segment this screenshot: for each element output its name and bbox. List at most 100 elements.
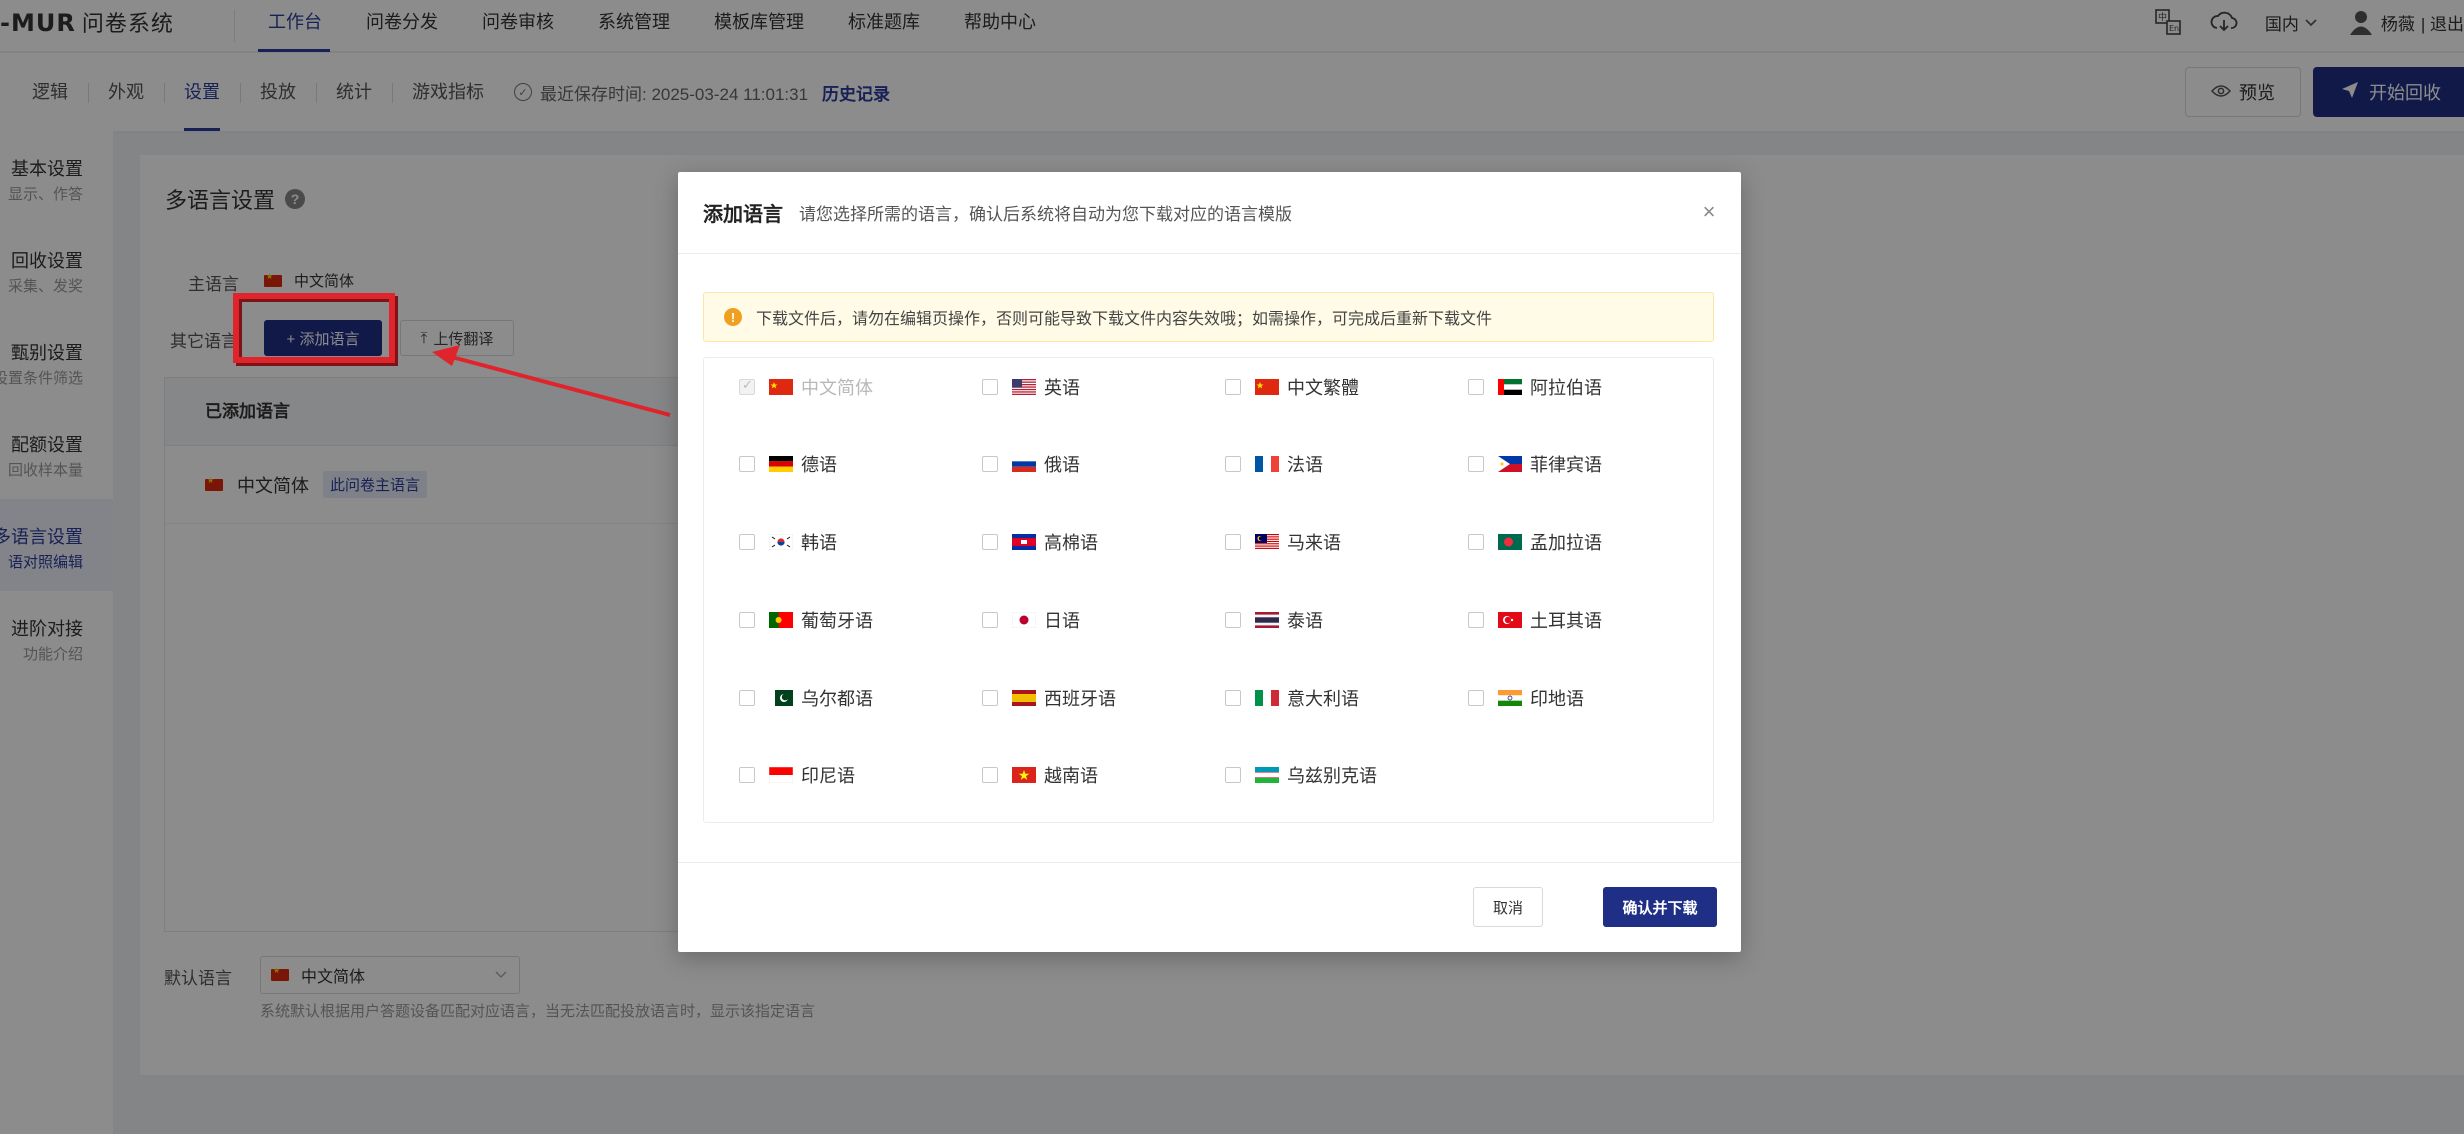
language-name: 西班牙语 (1044, 689, 1116, 709)
warning-text: 下载文件后，请勿在编辑页操作，否则可能导致下载文件内容失效哦；如需操作，可完成后… (756, 311, 1493, 328)
language-checkbox[interactable] (1468, 534, 1484, 550)
language-checkbox[interactable] (982, 534, 998, 550)
language-checkbox[interactable] (1468, 379, 1484, 395)
language-option-pk-16[interactable]: 乌尔都语 (739, 685, 873, 711)
flag-us-icon (1012, 379, 1044, 395)
language-checkbox[interactable] (982, 379, 998, 395)
language-option-ru-5[interactable]: 俄语 (982, 451, 1080, 477)
language-checkbox[interactable] (982, 612, 998, 628)
language-checkbox (739, 377, 755, 395)
language-name: 葡萄牙语 (801, 611, 873, 631)
language-name: 德语 (801, 455, 837, 475)
language-checkbox[interactable] (1225, 534, 1241, 550)
language-name: 印地语 (1530, 689, 1584, 709)
language-name: 阿拉伯语 (1530, 378, 1602, 398)
language-checkbox[interactable] (739, 690, 755, 706)
language-checkbox[interactable] (739, 456, 755, 472)
flag-ru-icon (1012, 456, 1044, 472)
flag-it-icon (1255, 690, 1287, 706)
close-icon[interactable]: × (1699, 201, 1719, 223)
language-checkbox[interactable] (1468, 456, 1484, 472)
language-name: 越南语 (1044, 766, 1098, 786)
dialog-title: 添加语言 (703, 204, 783, 226)
language-name: 印尼语 (801, 766, 855, 786)
language-name: 英语 (1044, 378, 1080, 398)
language-checkbox[interactable] (739, 767, 755, 783)
flag-th-icon (1255, 612, 1287, 628)
language-checkbox[interactable] (1225, 456, 1241, 472)
flag-uz-icon (1255, 767, 1287, 783)
confirm-download-button[interactable]: 确认并下载 (1603, 887, 1717, 927)
language-option-vn-21[interactable]: 越南语 (982, 762, 1098, 788)
flag-tr-icon (1498, 612, 1530, 628)
language-checkbox[interactable] (1225, 379, 1241, 395)
language-name: 中文繁體 (1287, 378, 1359, 398)
language-option-fr-6[interactable]: 法语 (1225, 451, 1323, 477)
language-name: 日语 (1044, 611, 1080, 631)
language-option-cn-2[interactable]: 中文繁體 (1225, 374, 1359, 400)
language-name: 马来语 (1287, 533, 1341, 553)
language-name: 俄语 (1044, 455, 1080, 475)
language-name: 泰语 (1287, 611, 1323, 631)
flag-fr-icon (1255, 456, 1287, 472)
language-checkbox[interactable] (1225, 612, 1241, 628)
language-option-tr-15[interactable]: 土耳其语 (1468, 607, 1602, 633)
language-name: 法语 (1287, 455, 1323, 475)
language-checkbox[interactable] (739, 612, 755, 628)
flag-id-icon (769, 767, 801, 783)
language-name: 乌兹别克语 (1287, 766, 1377, 786)
warning-alert: ! 下载文件后，请勿在编辑页操作，否则可能导致下载文件内容失效哦；如需操作，可完… (703, 292, 1714, 342)
language-option-th-14[interactable]: 泰语 (1225, 607, 1323, 633)
add-language-dialog: 添加语言 请您选择所需的语言，确认后系统将自动为您下载对应的语言模版 × ! 下… (678, 172, 1741, 952)
language-name: 乌尔都语 (801, 689, 873, 709)
language-option-cn-0: 中文简体 (739, 374, 873, 400)
language-name: 韩语 (801, 533, 837, 553)
flag-jp-icon (1012, 612, 1044, 628)
language-option-de-4[interactable]: 德语 (739, 451, 837, 477)
language-checkbox[interactable] (1468, 612, 1484, 628)
language-option-bd-11[interactable]: 孟加拉语 (1468, 529, 1602, 555)
language-checkbox[interactable] (1225, 767, 1241, 783)
language-option-pt-12[interactable]: 葡萄牙语 (739, 607, 873, 633)
warning-icon: ! (724, 308, 742, 326)
language-checkbox[interactable] (1225, 690, 1241, 706)
dialog-header: 添加语言 请您选择所需的语言，确认后系统将自动为您下载对应的语言模版 (678, 172, 1741, 254)
language-option-ph-7[interactable]: 菲律宾语 (1468, 451, 1602, 477)
flag-es-icon (1012, 690, 1044, 706)
language-name: 孟加拉语 (1530, 533, 1602, 553)
flag-pt-icon (769, 612, 801, 628)
language-option-in-19[interactable]: 印地语 (1468, 685, 1584, 711)
flag-cn-icon (769, 379, 801, 395)
language-checkbox[interactable] (982, 456, 998, 472)
language-option-id-20[interactable]: 印尼语 (739, 762, 855, 788)
language-checkbox[interactable] (739, 534, 755, 550)
flag-ae-icon (1498, 379, 1530, 395)
flag-de-icon (769, 456, 801, 472)
language-name: 意大利语 (1287, 689, 1359, 709)
flag-vn-icon (1012, 767, 1044, 783)
language-option-jp-13[interactable]: 日语 (982, 607, 1080, 633)
flag-kh-icon (1012, 534, 1044, 550)
language-option-kh-9[interactable]: 高棉语 (982, 529, 1098, 555)
language-name: 土耳其语 (1530, 611, 1602, 631)
language-option-kr-8[interactable]: 韩语 (739, 529, 837, 555)
dialog-subtitle: 请您选择所需的语言，确认后系统将自动为您下载对应的语言模版 (799, 205, 1292, 224)
language-option-es-17[interactable]: 西班牙语 (982, 685, 1116, 711)
language-option-us-1[interactable]: 英语 (982, 374, 1080, 400)
language-checkbox[interactable] (982, 767, 998, 783)
flag-my-icon (1255, 534, 1287, 550)
language-checkbox[interactable] (1468, 690, 1484, 706)
language-name: 高棉语 (1044, 533, 1098, 553)
cancel-button[interactable]: 取消 (1473, 887, 1543, 927)
language-option-ae-3[interactable]: 阿拉伯语 (1468, 374, 1602, 400)
flag-in-icon (1498, 690, 1530, 706)
flag-bd-icon (1498, 534, 1530, 550)
language-checkbox[interactable] (982, 690, 998, 706)
flag-pk-icon (769, 690, 801, 706)
flag-ph-icon (1498, 456, 1530, 472)
language-option-uz-22[interactable]: 乌兹别克语 (1225, 762, 1377, 788)
dialog-footer: 取消 确认并下载 (678, 862, 1741, 952)
language-option-my-10[interactable]: 马来语 (1225, 529, 1341, 555)
language-options: 中文简体 英语 中文繁體 阿拉伯语德语 俄语 法语 菲律宾语韩语 高棉语 马来语 孟加拉语葡萄牙语… (703, 357, 1714, 823)
language-option-it-18[interactable]: 意大利语 (1225, 685, 1359, 711)
